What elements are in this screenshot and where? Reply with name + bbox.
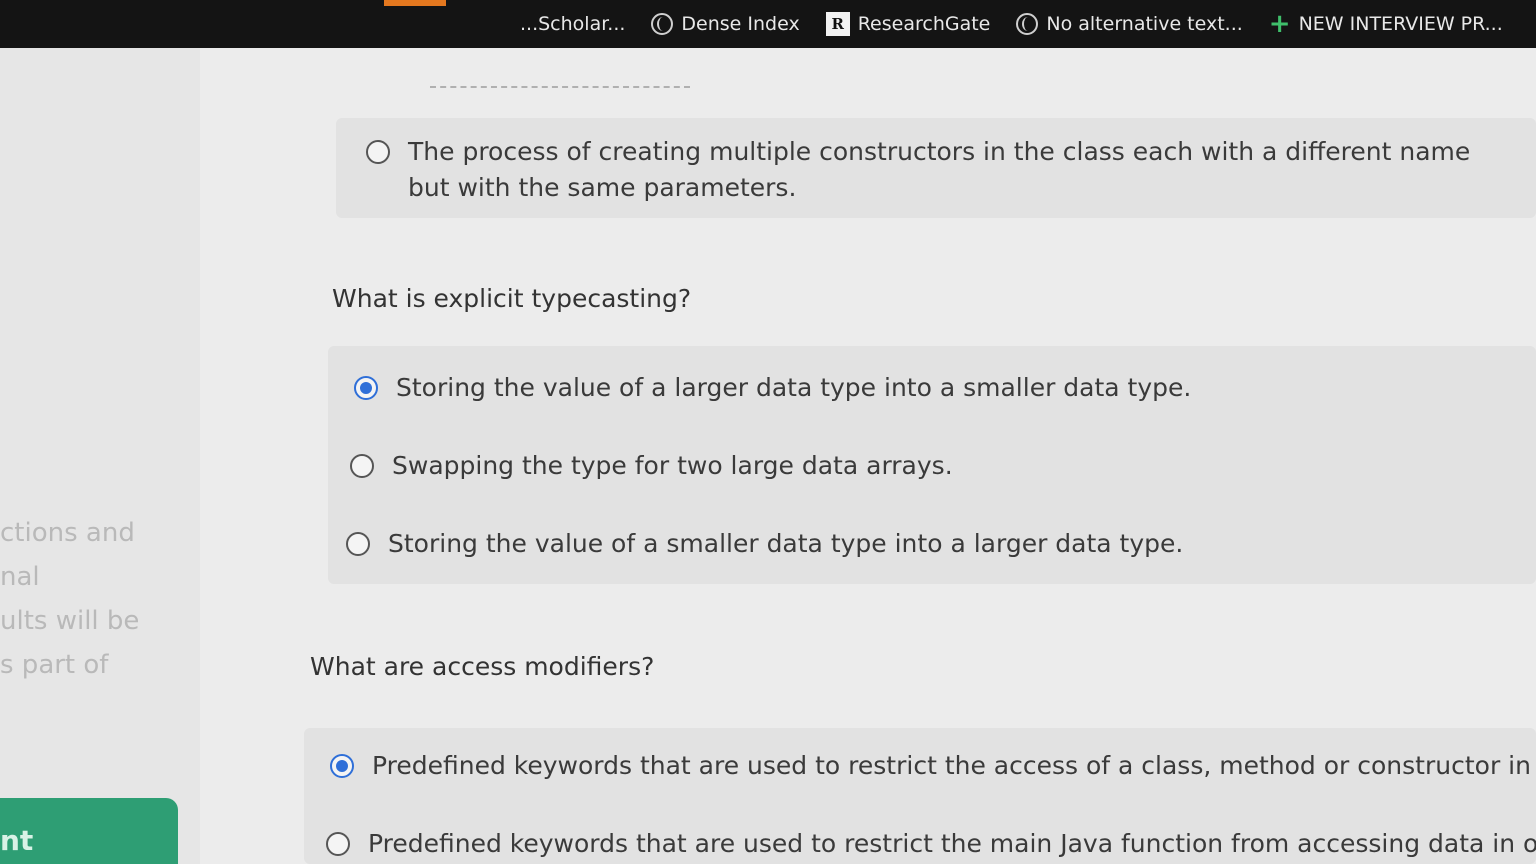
bookmarks-bar: ...Scholar... Dense Index R ResearchGate…	[0, 0, 1536, 48]
q2-option[interactable]: Storing the value of a larger data type …	[354, 370, 1504, 406]
researchgate-icon: R	[825, 12, 850, 36]
globe-icon	[651, 13, 674, 35]
bookmark-new-interview[interactable]: + NEW INTERVIEW PR...	[1269, 11, 1503, 37]
option-text: Predefined keywords that are used to res…	[368, 829, 1536, 858]
plus-icon: +	[1268, 9, 1291, 39]
q1-option[interactable]: The process of creating multiple constru…	[366, 134, 1506, 207]
radio-button[interactable]	[366, 140, 390, 164]
bookmark-scholar[interactable]: ...Scholar...	[520, 13, 625, 35]
sidebar-text-fragment: ults will be	[0, 606, 140, 636]
sidebar-green-button[interactable]: nt	[0, 798, 178, 864]
radio-button-selected[interactable]	[330, 754, 354, 778]
bookmark-no-alt-text[interactable]: No alternative text...	[1016, 13, 1243, 35]
divider	[430, 86, 690, 88]
radio-button[interactable]	[326, 832, 350, 856]
sidebar-green-button-label: nt	[0, 824, 34, 857]
option-text: The process of creating multiple constru…	[408, 137, 1471, 203]
sidebar-text-fragment: s part of	[0, 650, 109, 680]
radio-button-selected[interactable]	[354, 376, 378, 400]
radio-button[interactable]	[346, 532, 370, 556]
q2-option[interactable]: Swapping the type for two large data arr…	[350, 448, 1500, 484]
option-text: Storing the value of a larger data type …	[396, 373, 1192, 402]
option-text: Swapping the type for two large data arr…	[392, 451, 953, 480]
sidebar-text-fragment: nal	[0, 562, 40, 592]
bookmark-label: ...Scholar...	[520, 13, 626, 35]
bookmark-label: NEW INTERVIEW PR...	[1298, 13, 1503, 35]
question-title: What is explicit typecasting?	[332, 284, 692, 313]
quiz-content: The process of creating multiple constru…	[290, 48, 1536, 864]
bookmark-researchgate[interactable]: R ResearchGate	[825, 12, 991, 36]
question-title: What are access modifiers?	[310, 652, 655, 681]
q2-option[interactable]: Storing the value of a smaller data type…	[346, 526, 1496, 562]
bookmark-dense-index[interactable]: Dense Index	[651, 13, 800, 35]
radio-button[interactable]	[350, 454, 374, 478]
globe-icon	[1016, 13, 1039, 35]
q3-option[interactable]: Predefined keywords that are used to res…	[330, 748, 1530, 784]
option-text: Predefined keywords that are used to res…	[372, 751, 1530, 780]
left-sidebar: ctions and nal ults will be s part of	[0, 48, 200, 864]
active-tab-indicator	[384, 0, 446, 6]
sidebar-text-fragment: ctions and	[0, 518, 135, 548]
option-text: Storing the value of a smaller data type…	[388, 529, 1184, 558]
q3-option[interactable]: Predefined keywords that are used to res…	[326, 826, 1536, 862]
bookmark-label: No alternative text...	[1046, 13, 1243, 35]
bookmark-label: Dense Index	[681, 13, 800, 35]
bookmark-label: ResearchGate	[857, 13, 991, 35]
